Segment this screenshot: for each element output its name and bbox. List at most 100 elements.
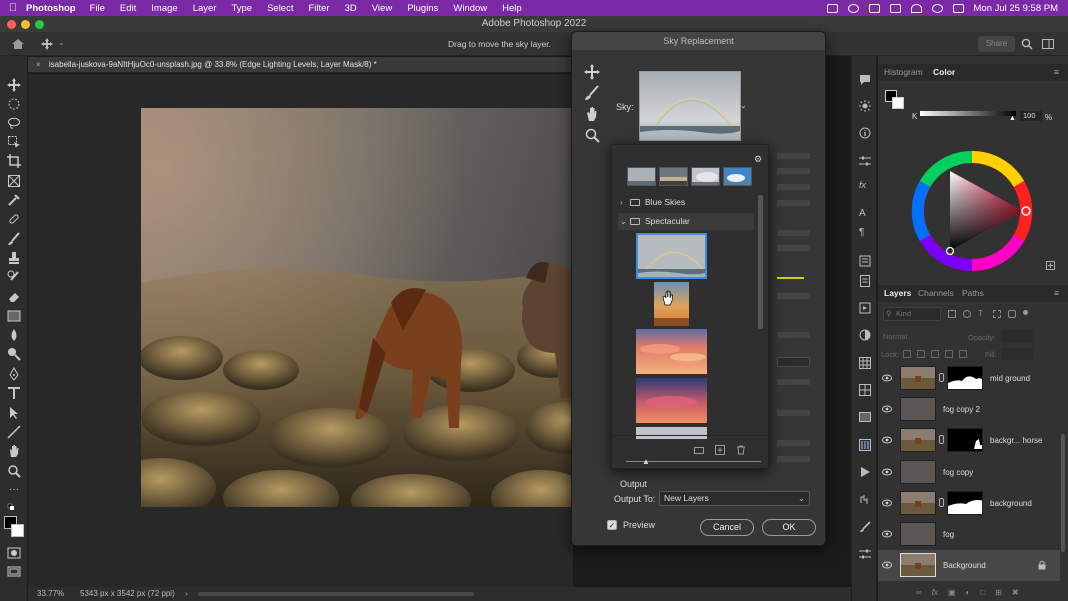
color-adjust-slider[interactable] [777, 277, 804, 279]
pen-tool-icon[interactable] [7, 367, 21, 381]
layer-row[interactable]: mid ground [878, 363, 1060, 394]
mask-link-icon[interactable] [939, 435, 944, 444]
visibility-eye-icon[interactable] [882, 405, 892, 413]
character-icon[interactable]: A [859, 208, 871, 220]
k-value-input[interactable]: 100 [1020, 111, 1042, 121]
paragraph-icon[interactable]: ¶ [859, 227, 871, 239]
add-mask-icon[interactable]: ▣ [948, 588, 956, 597]
control-center-icon[interactable] [952, 3, 964, 13]
k-slider-knob-icon[interactable]: ▲ [1009, 115, 1016, 122]
new-adjustment-icon[interactable]: ◐ [966, 588, 971, 597]
lock-transparent-icon[interactable] [903, 350, 911, 358]
smart-object-filter-icon[interactable] [1008, 310, 1016, 318]
libraries-icon[interactable] [859, 255, 871, 267]
layer-row[interactable]: fog copy [878, 457, 1060, 488]
sky-brush-tool-icon[interactable] [584, 85, 600, 101]
zoom-tool-icon[interactable] [7, 464, 21, 478]
sky-item-pink-clouds[interactable] [636, 329, 707, 374]
quick-mask-icon[interactable] [7, 546, 21, 560]
healing-brush-tool-icon[interactable] [7, 212, 21, 226]
adjustments-icon[interactable] [859, 155, 871, 167]
preview-checkbox[interactable]: ✓ [607, 520, 617, 530]
close-window-icon[interactable] [7, 20, 16, 29]
dialog-title[interactable]: Sky Replacement [572, 32, 825, 50]
layer-style-fx-icon[interactable]: fx [932, 588, 938, 597]
add-sky-icon[interactable] [715, 445, 725, 455]
menu-select[interactable]: Select [267, 3, 293, 14]
lighting-mode-select[interactable] [777, 357, 810, 367]
patterns-icon[interactable] [859, 384, 871, 396]
layer-row[interactable]: fog copy 2 [878, 394, 1060, 425]
fill-input[interactable] [1001, 348, 1033, 360]
gradient-tool-icon[interactable] [7, 309, 21, 323]
zoom-level[interactable]: 33.77% [37, 587, 64, 601]
menu-file[interactable]: File [90, 3, 105, 14]
home-icon[interactable] [11, 38, 25, 50]
gradients-icon[interactable] [859, 411, 871, 423]
status-arrow-icon[interactable]: › [185, 587, 188, 601]
dodge-tool-icon[interactable] [7, 347, 21, 361]
lock-artboard-icon[interactable] [945, 350, 953, 358]
workspace-icon[interactable] [1042, 38, 1054, 50]
panel-menu-icon[interactable]: ≡ [1054, 64, 1059, 81]
menu-view[interactable]: View [372, 3, 392, 14]
sky-zoom-tool-icon[interactable] [584, 127, 600, 143]
type-tool-icon[interactable] [7, 386, 21, 400]
visibility-eye-icon[interactable] [882, 530, 892, 538]
crop-tool-icon[interactable] [7, 154, 21, 168]
link-layers-icon[interactable]: ∞ [916, 588, 922, 597]
blur-tool-icon[interactable] [7, 328, 21, 342]
menu-window[interactable]: Window [453, 3, 487, 14]
sky-item-red-dusk[interactable] [636, 378, 707, 423]
history-icon[interactable] [859, 493, 871, 505]
channels-mixer-icon[interactable] [859, 439, 871, 451]
visibility-eye-icon[interactable] [882, 436, 892, 444]
layer-mask-thumbnail[interactable] [947, 491, 983, 515]
layer-row-selected[interactable]: Background [878, 550, 1060, 581]
screen-mode-icon[interactable] [7, 565, 21, 579]
menu-image[interactable]: Image [151, 3, 177, 14]
info-icon[interactable] [859, 127, 871, 139]
layer-name[interactable]: fog [943, 530, 954, 539]
comments-icon[interactable] [859, 74, 871, 86]
visibility-eye-icon[interactable] [882, 561, 892, 569]
layer-name[interactable]: Background [943, 561, 986, 570]
layer-row[interactable]: background [878, 488, 1060, 519]
lasso-tool-icon[interactable] [7, 116, 21, 130]
menubar-clock[interactable]: Mon Jul 25 9:58 PM [974, 3, 1059, 14]
menu-type[interactable]: Type [231, 3, 252, 14]
tab-paths[interactable]: Paths [962, 285, 984, 302]
hand-tool-icon[interactable] [7, 444, 21, 458]
new-layer-icon[interactable]: ⊞ [995, 588, 1002, 597]
layer-name[interactable]: mid ground [990, 374, 1030, 383]
menu-help[interactable]: Help [502, 3, 522, 14]
adjustment-filter-icon[interactable] [963, 310, 971, 318]
battery-icon[interactable] [889, 3, 901, 13]
layers-scrollbar[interactable] [1061, 434, 1065, 552]
document-dimensions[interactable]: 5343 px x 3542 px (72 ppi) [80, 587, 175, 601]
new-group-folder-icon[interactable] [694, 446, 704, 454]
layer-filter-input[interactable]: ⚲ Kind [883, 307, 941, 321]
ok-button[interactable]: OK [762, 519, 816, 536]
recent-sky-thumbnail[interactable] [691, 167, 720, 186]
move-tool-icon[interactable] [7, 78, 21, 92]
layer-name[interactable]: backgr... horse [990, 436, 1042, 445]
menu-filter[interactable]: Filter [308, 3, 329, 14]
object-selection-tool-icon[interactable] [7, 135, 21, 149]
tab-layers[interactable]: Layers [884, 285, 911, 302]
zoom-window-icon[interactable] [35, 20, 44, 29]
styles-fx-icon[interactable]: fx [859, 180, 871, 192]
sky-move-tool-icon[interactable] [584, 64, 600, 80]
tool-preset-chevron-icon[interactable]: ⌄ [58, 38, 65, 47]
delete-sky-icon[interactable] [736, 445, 746, 455]
creative-cloud-icon[interactable] [847, 3, 859, 13]
folder-spectacular[interactable]: ⌄ Spectacular [620, 213, 690, 229]
brightness-icon[interactable] [859, 100, 871, 112]
line-tool-icon[interactable] [7, 425, 21, 439]
screen-record-icon[interactable] [826, 3, 838, 13]
actions-icon[interactable] [859, 302, 871, 314]
menu-layer[interactable]: Layer [193, 3, 217, 14]
recent-sky-thumbnail[interactable] [723, 167, 752, 186]
layer-mask-thumbnail[interactable] [947, 366, 983, 390]
menu-3d[interactable]: 3D [345, 3, 357, 14]
